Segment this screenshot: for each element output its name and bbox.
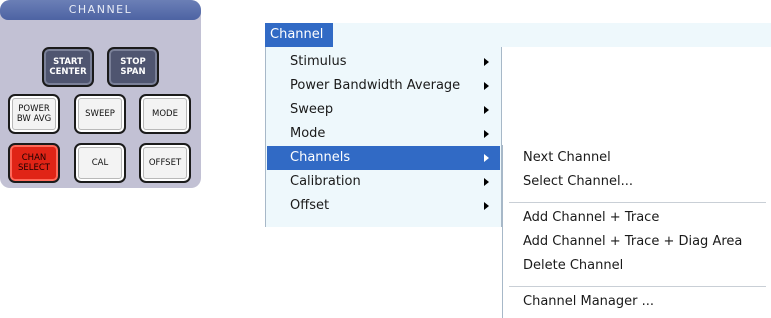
submenu-arrow-icon [484,202,489,210]
offset-key-label: OFFSET [148,158,182,168]
cal-key-label: CAL [91,158,109,168]
mode-key[interactable]: MODE [139,94,191,134]
menu-item-calibration[interactable]: Calibration [267,170,500,194]
mode-key-label: MODE [152,109,178,119]
channel-key-panel: CHANNEL START CENTER STOP SPAN POWER BW … [0,0,201,188]
menu-item-label: Sweep [290,102,334,117]
submenu-arrow-icon [484,106,489,114]
menu-item-offset[interactable]: Offset [267,194,500,218]
menu-item-power-bandwidth-average[interactable]: Power Bandwidth Average [267,74,500,98]
power-bw-avg-key[interactable]: POWER BW AVG [8,94,60,134]
menu-item-label: Channels [290,150,351,165]
stop-span-key-label: STOP SPAN [120,57,146,77]
submenu-arrow-icon [484,58,489,66]
submenu-item-add-channel-trace-diag-area[interactable]: Add Channel + Trace + Diag Area [523,231,742,253]
menu-item-label: Offset [290,198,330,213]
menu-item-label: Stimulus [290,54,347,69]
submenu-item-channel-manager[interactable]: Channel Manager ... [523,291,654,313]
menu-item-channels[interactable]: Channels [267,146,500,170]
menu-separator [509,286,766,287]
submenu-item-next-channel[interactable]: Next Channel [523,147,611,169]
menu-item-label: Calibration [290,174,361,189]
sweep-key-label: SWEEP [85,109,115,119]
submenu-arrow-icon [484,82,489,90]
menubar [333,23,771,47]
submenu-item-delete-channel[interactable]: Delete Channel [523,255,623,277]
submenu-arrow-icon [484,154,489,162]
sweep-key[interactable]: SWEEP [74,94,126,134]
menu-item-sweep[interactable]: Sweep [267,98,500,122]
stop-span-key[interactable]: STOP SPAN [107,47,159,87]
cal-key[interactable]: CAL [74,143,126,183]
menu-channel[interactable]: Channel [265,23,333,47]
menu-item-mode[interactable]: Mode [267,122,500,146]
offset-key[interactable]: OFFSET [139,143,191,183]
submenu-item-select-channel[interactable]: Select Channel... [523,171,633,193]
menu-item-label: Power Bandwidth Average [290,78,461,93]
submenu-arrow-icon [484,178,489,186]
panel-title: CHANNEL [0,0,201,20]
start-center-key[interactable]: START CENTER [42,47,94,87]
channels-submenu: Next Channel Select Channel... Add Chann… [502,145,771,318]
channel-menu: Stimulus Power Bandwidth Average Sweep M… [265,47,502,227]
chan-select-key-label: CHAN SELECT [18,153,50,173]
menu-item-label: Mode [290,126,326,141]
submenu-arrow-icon [484,130,489,138]
chan-select-key[interactable]: CHAN SELECT [8,143,60,183]
start-center-key-label: START CENTER [49,57,87,77]
power-bw-avg-key-label: POWER BW AVG [16,104,52,124]
submenu-item-add-channel-trace[interactable]: Add Channel + Trace [523,207,659,229]
menu-separator [509,202,766,203]
menu-item-stimulus[interactable]: Stimulus [267,50,500,74]
